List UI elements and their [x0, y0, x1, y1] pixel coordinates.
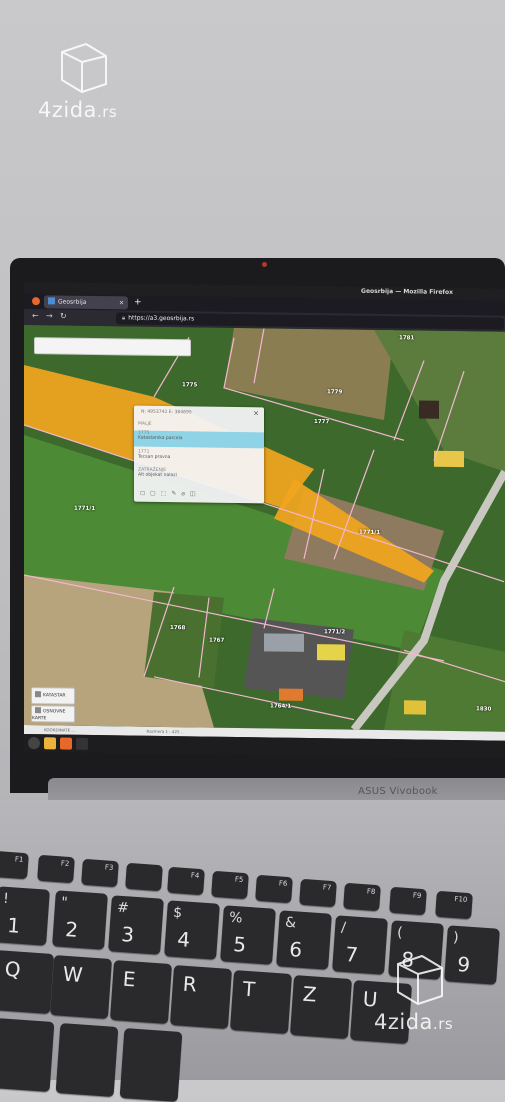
key-f10[interactable]: F10 [435, 890, 473, 920]
parcel-label: 1830 [476, 706, 492, 713]
popup-row[interactable]: MALJE [134, 422, 264, 429]
key-6[interactable]: & 6 [276, 910, 332, 970]
close-icon[interactable]: × [253, 409, 259, 417]
key-4[interactable]: $4 [164, 900, 220, 960]
window-title: Geosrbija — Mozilla Firefox [361, 287, 453, 296]
url-text: https://a3.geosrbija.rs [128, 314, 195, 323]
parcel-info-popup: N: 4953742 E: 384695 × MALJE 1775 Katast… [134, 405, 264, 504]
new-tab-button[interactable]: + [134, 298, 142, 308]
brand-logo-icon [61, 42, 107, 94]
key-t[interactable]: T [229, 970, 293, 1034]
key-f6[interactable]: F6 [255, 874, 293, 904]
forward-icon[interactable]: → [46, 311, 53, 320]
map-search-input[interactable] [34, 337, 191, 357]
map-view[interactable]: 1781 1775 1779 1777 1771/1 1771/1 1771/2… [24, 325, 505, 732]
key-d[interactable] [119, 1028, 183, 1102]
laptop-screen: Geosrbija — Mozilla Firefox Geosrbija × … [24, 282, 505, 759]
reload-icon[interactable]: ↻ [60, 312, 67, 321]
key-f7[interactable]: F7 [299, 878, 337, 908]
key-f3b[interactable] [125, 862, 163, 892]
watermark-text: 4zida.rs [374, 1010, 454, 1034]
parcel-label: 1781 [399, 335, 415, 342]
key-5[interactable]: % 5 [220, 905, 276, 965]
parcel-label: 1771/1 [74, 505, 96, 512]
laptop-brand: ASUS Vivobook [358, 786, 438, 797]
katastar-button[interactable]: KATASTAR [31, 687, 75, 705]
parcel-label: 1777 [314, 419, 330, 426]
key-f3[interactable]: F3 [81, 858, 119, 888]
key-f2[interactable]: F2 [37, 854, 75, 884]
key-a[interactable] [0, 1018, 55, 1092]
key-q[interactable]: Q [0, 950, 55, 1014]
key-w[interactable]: W [49, 955, 113, 1019]
watermark-top: 4zida.rs [38, 38, 117, 122]
webcam-icon [262, 262, 267, 267]
scale-readout: Razmera 1 : 425 .. [146, 728, 184, 735]
back-icon[interactable]: ← [32, 311, 39, 320]
key-f8[interactable]: F8 [343, 882, 381, 912]
coordinates-readout: KOORDINATE ... [44, 727, 76, 733]
parcel-label: 1764/1 [270, 703, 292, 710]
tab-geosrbija[interactable]: Geosrbija × [44, 295, 128, 310]
key-f9[interactable]: F9 [389, 886, 427, 916]
parcel-label: 1771/2 [324, 629, 346, 636]
key-2[interactable]: " 2 [52, 890, 108, 950]
key-e[interactable]: E [109, 960, 173, 1024]
popup-coordinates: N: 4953742 E: 384695 [141, 409, 192, 416]
popup-toolbar[interactable]: ◻▢⬚✎⌀◫ [140, 490, 201, 498]
parcel-label: 1768 [170, 625, 186, 632]
parcel-label: 1779 [327, 389, 343, 396]
map-icon [35, 707, 41, 714]
key-3[interactable]: #3 [108, 895, 164, 955]
parcel-label: 1775 [182, 382, 198, 389]
lock-icon: 🔒︎ [122, 314, 126, 322]
key-f1[interactable]: F1 [0, 850, 29, 880]
layers-icon [35, 691, 41, 698]
favicon-icon [48, 297, 55, 305]
parcel-label: 1771/1 [359, 529, 381, 536]
firefox-icon[interactable] [32, 297, 40, 306]
key-r[interactable]: R [169, 965, 233, 1029]
watermark-bottom: 4zida.rs [374, 950, 453, 1034]
key-f5[interactable]: F5 [211, 870, 249, 900]
start-menu-icon[interactable] [28, 737, 40, 750]
terminal-icon[interactable] [76, 737, 88, 750]
key-f4[interactable]: F4 [167, 866, 205, 896]
close-tab-icon[interactable]: × [119, 296, 124, 309]
brand-logo-icon [397, 954, 443, 1006]
key-z[interactable]: Z [289, 975, 353, 1039]
tab-label: Geosrbija [58, 298, 87, 306]
popup-row[interactable]: 1771 Tecsan pravna [134, 450, 264, 462]
folder-icon[interactable] [44, 737, 56, 750]
watermark-text: 4zida.rs [38, 98, 118, 122]
aerial-map [24, 325, 505, 732]
popup-row[interactable]: ZATRAŽENJE Alt objekat nalazi [134, 468, 264, 480]
key-1[interactable]: ! 1 [0, 886, 50, 946]
key-s[interactable] [55, 1023, 119, 1097]
firefox-taskbar-icon[interactable] [60, 737, 72, 750]
parcel-label: 1767 [209, 637, 225, 644]
popup-row-selected[interactable]: 1775 Katastarska parcela [134, 430, 264, 449]
basemap-button[interactable]: OSNOVNE KARTE [31, 705, 75, 723]
